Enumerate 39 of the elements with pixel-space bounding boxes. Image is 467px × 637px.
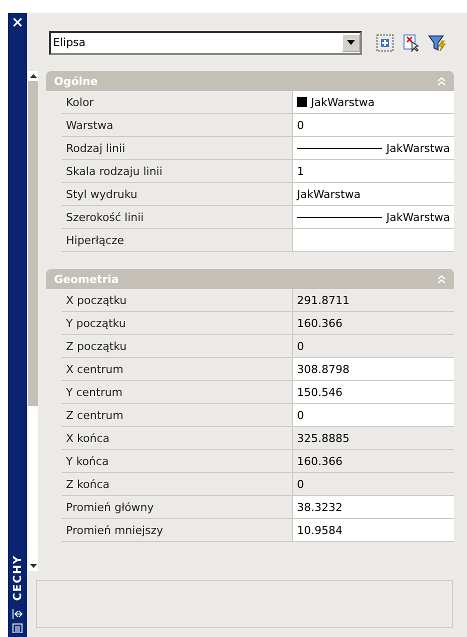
object-type-dropdown[interactable]: Elipsa [49, 30, 362, 54]
linetype-name: JakWarstwa [386, 142, 450, 154]
value-text: 291.8711 [297, 294, 350, 306]
value-text: 0 [297, 478, 304, 490]
scrollbar-thumb[interactable] [28, 81, 38, 406]
palette-title: CECHY [11, 555, 24, 601]
property-value[interactable]: JakWarstwa [293, 206, 454, 228]
color-swatch [297, 97, 307, 107]
scroll-down-button[interactable] [28, 561, 38, 571]
value-text: 0 [297, 118, 304, 132]
property-value[interactable]: 308.8798 [293, 358, 454, 380]
value-text: 1 [297, 164, 304, 178]
property-value[interactable]: 0 [293, 404, 454, 426]
property-value[interactable]: 38.3232 [293, 496, 454, 518]
close-button[interactable]: × [11, 14, 24, 30]
property-value[interactable]: JakWarstwa [293, 91, 454, 113]
property-value[interactable]: 10.9584 [293, 519, 454, 541]
value-text: 150.546 [297, 386, 342, 398]
value-text: 38.3232 [297, 500, 342, 514]
collapse-icon [437, 274, 446, 284]
section-title: Ogólne [54, 74, 99, 88]
section-title: Geometria [54, 272, 120, 286]
value-text: 0 [297, 408, 304, 422]
value-text: 10.9584 [297, 524, 342, 536]
value-text: JakWarstwa [297, 188, 361, 200]
color-name: JakWarstwa [311, 96, 375, 108]
property-value[interactable]: JakWarstwa [293, 137, 454, 159]
scroll-up-button[interactable] [28, 71, 38, 81]
property-value[interactable]: 0 [293, 114, 454, 136]
value-text: 160.366 [297, 454, 342, 468]
value-text: 160.366 [297, 316, 342, 330]
property-value[interactable]: 1 [293, 160, 454, 182]
value-text: 0 [297, 340, 304, 352]
linetype-name: JakWarstwa [386, 210, 450, 224]
value-text: 325.8885 [297, 432, 350, 444]
property-value[interactable]: JakWarstwa [293, 183, 454, 205]
property-value[interactable]: 150.546 [293, 381, 454, 403]
collapse-icon [437, 76, 446, 86]
value-text: 308.8798 [297, 362, 350, 376]
